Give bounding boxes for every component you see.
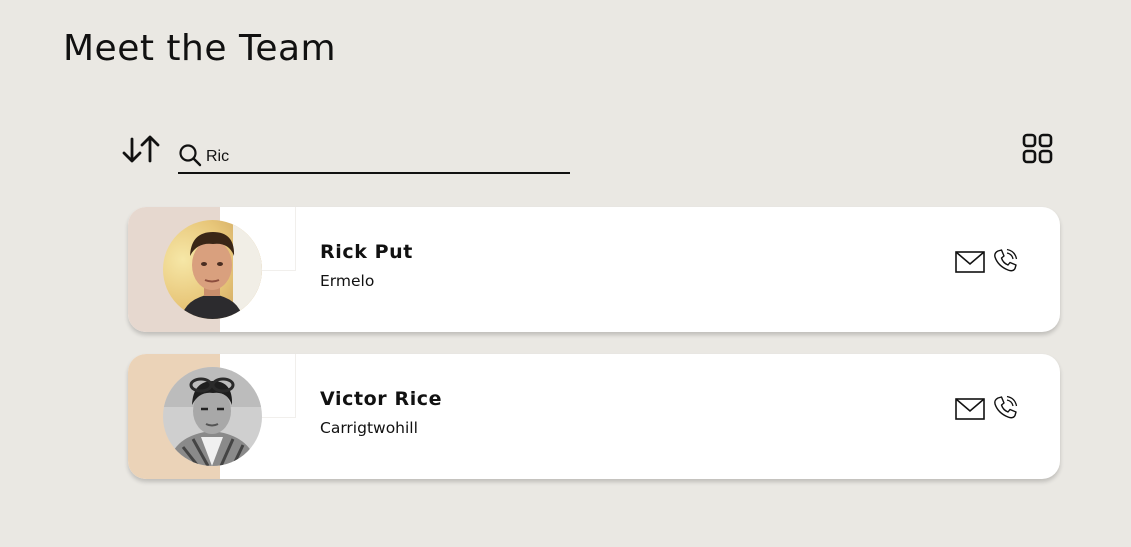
team-member-card[interactable]: Rick Put Ermelo bbox=[128, 207, 1060, 332]
phone-icon bbox=[994, 248, 1018, 272]
team-page: Meet the Team Ric Rick Put Ermelo Victor… bbox=[0, 0, 1131, 547]
avatar bbox=[163, 220, 262, 319]
grid-view-icon bbox=[1022, 133, 1053, 164]
toolbar bbox=[120, 130, 1055, 176]
search-input[interactable] bbox=[206, 146, 556, 168]
mail-icon bbox=[955, 251, 985, 273]
call-button[interactable] bbox=[992, 395, 1018, 421]
grid-view-button[interactable] bbox=[1021, 132, 1055, 166]
sort-arrows-icon bbox=[122, 135, 160, 163]
search-icon bbox=[179, 144, 202, 167]
email-button[interactable] bbox=[955, 398, 985, 420]
call-button[interactable] bbox=[992, 248, 1018, 274]
member-city: Carrigtwohill bbox=[320, 419, 418, 437]
member-name: Rick Put bbox=[320, 241, 413, 263]
mail-icon bbox=[955, 398, 985, 420]
search-box bbox=[178, 142, 570, 174]
email-button[interactable] bbox=[955, 251, 985, 273]
member-name: Victor Rice bbox=[320, 388, 443, 410]
member-city: Ermelo bbox=[320, 272, 375, 290]
team-member-card[interactable]: Victor Rice Carrigtwohill bbox=[128, 354, 1060, 479]
avatar bbox=[163, 367, 262, 466]
sort-button[interactable] bbox=[120, 130, 166, 170]
phone-icon bbox=[994, 395, 1018, 419]
page-title: Meet the Team bbox=[63, 28, 337, 69]
